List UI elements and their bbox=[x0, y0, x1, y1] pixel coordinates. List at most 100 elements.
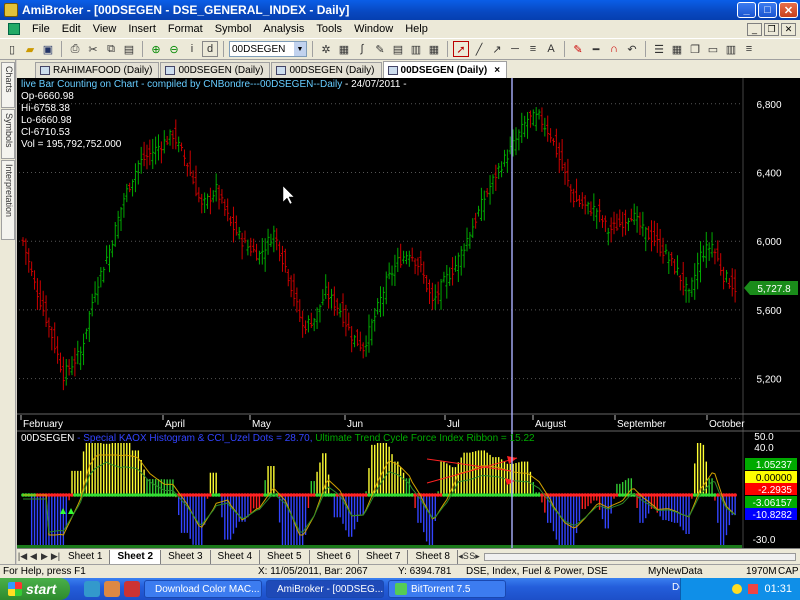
sheet-tab[interactable]: Sheet 4 bbox=[211, 549, 261, 564]
side-tab-symbols[interactable]: Symbols bbox=[1, 109, 15, 159]
next-sheet-icon[interactable]: ▶ bbox=[39, 551, 50, 562]
grid-icon[interactable]: ▦ bbox=[426, 41, 442, 57]
sheet-tab-active[interactable]: Sheet 2 bbox=[110, 549, 162, 564]
close-button[interactable]: ✕ bbox=[779, 2, 798, 18]
ohlc-bar bbox=[462, 243, 466, 268]
chevron-down-icon[interactable]: ▼ bbox=[294, 42, 306, 56]
sheet-tab[interactable]: Sheet 8 bbox=[408, 549, 458, 564]
menu-file[interactable]: File bbox=[26, 23, 56, 35]
menu-view[interactable]: View bbox=[87, 23, 123, 35]
mdi-close-button[interactable]: ✕ bbox=[781, 22, 796, 36]
side-tab-interpretation[interactable]: Interpretation bbox=[1, 160, 15, 240]
print-icon[interactable]: ⎙ bbox=[67, 41, 83, 57]
menu-window[interactable]: Window bbox=[348, 23, 399, 35]
quicklaunch-ie-icon[interactable] bbox=[84, 581, 100, 597]
horizontal-line-icon[interactable]: ─ bbox=[507, 41, 523, 57]
edit-icon[interactable]: ✎ bbox=[372, 41, 388, 57]
text-tool-icon[interactable]: A bbox=[543, 41, 559, 57]
cascade-icon[interactable]: ❐ bbox=[687, 41, 703, 57]
sheet-tab[interactable]: Sheet 1 bbox=[61, 549, 111, 564]
prev-sheet-icon[interactable]: ◀ bbox=[28, 551, 39, 562]
close-tab-icon[interactable]: × bbox=[494, 65, 500, 76]
title-bar[interactable]: AmiBroker - [00DSEGEN - DSE_GENERAL_INDE… bbox=[0, 0, 800, 20]
ray-icon[interactable]: ↗ bbox=[489, 41, 505, 57]
menu-symbol[interactable]: Symbol bbox=[209, 23, 258, 35]
menu-tools[interactable]: Tools bbox=[310, 23, 348, 35]
mdi-minimize-button[interactable]: _ bbox=[747, 22, 762, 36]
select-cursor-icon[interactable]: ➚ bbox=[453, 41, 469, 57]
last-sheet-icon[interactable]: ▶| bbox=[50, 551, 61, 562]
report-icon[interactable]: ▥ bbox=[408, 41, 424, 57]
ohlc-bar bbox=[549, 128, 553, 143]
paste-icon[interactable]: ▤ bbox=[121, 41, 137, 57]
zoom-in-icon[interactable]: ⊕ bbox=[148, 41, 164, 57]
indicator-value-label: -2.2935 bbox=[758, 485, 792, 496]
sheet-tab[interactable]: Sheet 6 bbox=[310, 549, 359, 564]
start-button[interactable]: start bbox=[0, 578, 70, 600]
amibroker-app-icon[interactable] bbox=[4, 3, 18, 17]
tray-icon[interactable] bbox=[732, 584, 743, 594]
quicklaunch-firefox-icon[interactable] bbox=[104, 581, 120, 597]
task-firefox[interactable]: Download Color MAC... bbox=[144, 580, 262, 598]
task-bittorrent[interactable]: BitTorrent 7.5 bbox=[388, 580, 506, 598]
chart-icon[interactable]: ▦ bbox=[336, 41, 352, 57]
fibonacci-icon[interactable]: ≡ bbox=[525, 41, 541, 57]
doc-tab[interactable]: RAHIMAFOOD (Daily) bbox=[35, 62, 160, 78]
windows-flag-icon bbox=[8, 582, 22, 596]
menu-analysis[interactable]: Analysis bbox=[257, 23, 310, 35]
list-view-icon[interactable]: ☰ bbox=[651, 41, 667, 57]
interval-d-icon[interactable]: d bbox=[202, 41, 218, 57]
maximize-button[interactable]: □ bbox=[758, 2, 777, 18]
ohlc-bar bbox=[704, 231, 708, 268]
indicator-value-label: 1.05237 bbox=[756, 460, 793, 471]
cut-icon[interactable]: ✂ bbox=[85, 41, 101, 57]
doc-tab[interactable]: 00DSEGEN (Daily) bbox=[271, 62, 382, 78]
mdi-restore-button[interactable]: ❐ bbox=[764, 22, 779, 36]
menu-help[interactable]: Help bbox=[399, 23, 434, 35]
horizontal-scrollbar[interactable] bbox=[483, 552, 796, 561]
ohlc-bar bbox=[211, 190, 215, 203]
minimize-button[interactable]: _ bbox=[737, 2, 756, 18]
menu-insert[interactable]: Insert bbox=[122, 23, 162, 35]
zoom-out-icon[interactable]: ⊖ bbox=[166, 41, 182, 57]
formula-icon[interactable]: ∫ bbox=[354, 41, 370, 57]
document-icon[interactable] bbox=[8, 23, 20, 35]
sheet-tab[interactable]: Sheet 7 bbox=[359, 549, 409, 564]
trendline-icon[interactable]: ╱ bbox=[471, 41, 487, 57]
first-sheet-icon[interactable]: |◀ bbox=[17, 551, 28, 562]
menu-edit[interactable]: Edit bbox=[56, 23, 87, 35]
sheet-scroll-right-icon[interactable]: S▸ bbox=[469, 551, 480, 562]
quicklaunch-app-icon[interactable] bbox=[124, 581, 140, 597]
options-icon[interactable]: ≡ bbox=[741, 41, 757, 57]
toolbar-separator bbox=[447, 41, 448, 57]
copy-icon[interactable]: ⧉ bbox=[103, 41, 119, 57]
doc-tab[interactable]: 00DSEGEN (Daily) bbox=[160, 62, 271, 78]
side-tab-charts[interactable]: Charts bbox=[1, 62, 15, 108]
chart-pane[interactable]: 6,800 6,400 6,000 5,600 5,200 5,727.8 Februar… bbox=[17, 78, 800, 550]
task-amibroker[interactable]: AmiBroker - [00DSEG... bbox=[266, 580, 384, 598]
interval-i-icon[interactable]: i bbox=[184, 41, 200, 57]
tray-icon[interactable] bbox=[748, 584, 759, 594]
doc-tab-active[interactable]: 00DSEGEN (Daily) × bbox=[382, 61, 508, 78]
open-folder-icon[interactable]: ▰ bbox=[22, 41, 38, 57]
layout2-icon[interactable]: ▥ bbox=[723, 41, 739, 57]
menu-format[interactable]: Format bbox=[162, 23, 209, 35]
ohlc-bar bbox=[131, 179, 135, 197]
new-file-icon[interactable]: ▯ bbox=[4, 41, 20, 57]
sheet-tab[interactable]: Sheet 5 bbox=[260, 549, 310, 564]
chart-title: live Bar Counting on Chart - compiled by… bbox=[21, 79, 407, 91]
tile-icon[interactable]: ▦ bbox=[669, 41, 685, 57]
save-icon[interactable]: ▣ bbox=[40, 41, 56, 57]
magnet-icon[interactable]: ∩ bbox=[606, 41, 622, 57]
layout-icon[interactable]: ▤ bbox=[390, 41, 406, 57]
line-style-icon[interactable]: ━ bbox=[588, 41, 604, 57]
sheet-tab[interactable]: Sheet 3 bbox=[161, 549, 211, 564]
symbol-combo[interactable]: 00DSEGEN ▼ bbox=[229, 41, 307, 57]
settings-icon[interactable]: ✲ bbox=[318, 41, 334, 57]
undo-icon[interactable]: ↶ bbox=[624, 41, 640, 57]
color-pen-icon[interactable]: ✎ bbox=[570, 41, 586, 57]
window-icon[interactable]: ▭ bbox=[705, 41, 721, 57]
ohlc-bar bbox=[693, 263, 697, 300]
sheet-scroll-left-icon[interactable]: ◂S bbox=[458, 551, 469, 562]
indicator-title: 00DSEGEN - Special KAOX Histogram & CCI_… bbox=[21, 433, 535, 444]
